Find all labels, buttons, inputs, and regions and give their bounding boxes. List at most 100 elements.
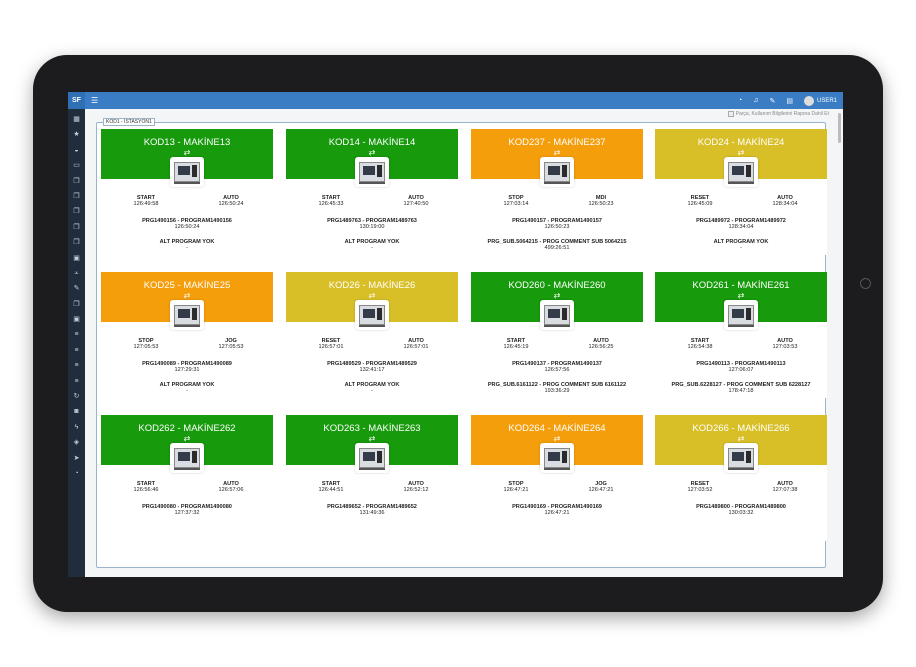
include-parts-label: Parça, Kullanım Bilgilerini Rapora Dahil… (735, 111, 829, 117)
exchange-icon: ⇄ (553, 291, 561, 300)
list-icon[interactable]: ≡ (68, 358, 85, 373)
star-icon[interactable]: ★ (68, 127, 85, 142)
brand-logo[interactable]: SF (68, 92, 85, 109)
mode-block: AUTO 126:57:01 (391, 338, 441, 350)
cube-icon[interactable]: ◈ (68, 435, 85, 450)
bolt-icon[interactable]: ϟ (68, 420, 85, 435)
mode-time: 127:03:53 (772, 344, 798, 350)
machine-card[interactable]: KOD262 - MAKİNE262 ⇄ START 126:56:46 AUTO 126… (101, 415, 273, 541)
machine-title: KOD266 - MAKİNE266 (692, 423, 790, 434)
machine-card[interactable]: KOD266 - MAKİNE266 ⇄ RESET 127:03:52 AUTO 127… (655, 415, 827, 541)
program-time: 126:50:23 (544, 224, 570, 230)
hamburger-icon[interactable]: ☰ (91, 96, 98, 105)
bell-icon[interactable]: ♫ (753, 97, 758, 104)
list-icon[interactable]: ≡ (68, 327, 85, 342)
avatar (803, 95, 814, 106)
user-menu[interactable]: USER1 (803, 95, 837, 106)
file-icon[interactable]: ▤ (786, 97, 793, 105)
program-block: PRG1489529 - PROGRAM1489529 132:41:17 (286, 361, 458, 373)
home-button[interactable] (860, 278, 871, 289)
status-time: 127:03:52 (687, 487, 713, 493)
machine-card[interactable]: KOD24 - MAKİNE24 ⇄ RESET 126:45:09 AUTO 128:3… (655, 129, 827, 255)
program-time: 126:57:56 (544, 367, 570, 373)
sidebar: ▦ ★ ◒ ▭ ❐ ❐ ❐ ❐ ❐ ▣ ⩡ ✎ ❐ ▣ ≡ ≡ ≡ ≡ ↻ ◙ … (68, 109, 85, 577)
sub-program-time: - (740, 245, 742, 251)
program-block: PRG1490137 - PROGRAM1490137 126:57:56 (471, 361, 643, 373)
machine-card[interactable]: KOD26 - MAKİNE26 ⇄ RESET 126:57:01 AUTO 126:5… (286, 272, 458, 398)
status-time: 127:05:53 (133, 344, 159, 350)
machine-card[interactable]: KOD237 - MAKİNE237 ⇄ STOP 127:03:14 MDI 126:5… (471, 129, 643, 255)
copy-icon[interactable]: ❐ (68, 204, 85, 219)
machine-card[interactable]: KOD13 - MAKİNE13 ⇄ START 126:49:58 AUTO 126:5… (101, 129, 273, 255)
exchange-icon: ⇄ (368, 291, 376, 300)
exchange-icon: ⇄ (737, 148, 745, 157)
exchange-icon: ⇄ (183, 291, 191, 300)
program-block: PRG1489800 - PROGRAM1489800 130:03:32 (655, 504, 827, 516)
calendar-icon[interactable]: ▣ (68, 312, 85, 327)
copy-icon[interactable]: ❐ (68, 220, 85, 235)
main-content: Parça, Kullanım Bilgilerini Rapora Dahil… (85, 109, 843, 577)
mode-time: 126:50:24 (218, 201, 244, 207)
top-bar: SF ☰ ◔ ♫ ✎ ▤ USER1 (68, 92, 843, 109)
machine-title: KOD264 - MAKİNE264 (508, 423, 606, 434)
include-parts-checkbox[interactable] (727, 111, 734, 117)
status-block: START 126:49:58 (121, 195, 171, 207)
status-time: 127:03:14 (503, 201, 529, 207)
machine-image (540, 300, 574, 330)
chat-icon[interactable]: ◔ (738, 97, 742, 104)
filter-icon[interactable]: ⩡ (68, 266, 85, 281)
mode-block: AUTO 128:34:04 (760, 195, 810, 207)
sub-program-block: ALT PROGRAM YOK - (286, 239, 458, 251)
dashboard-gauge-icon[interactable]: ◒ (68, 143, 85, 158)
program-time: 126:47:21 (544, 510, 570, 516)
wrench-icon[interactable]: ✎ (769, 97, 775, 105)
sub-program-time: 193:36:29 (544, 388, 570, 394)
copy-icon[interactable]: ❐ (68, 174, 85, 189)
copy-icon[interactable]: ❐ (68, 297, 85, 312)
machine-card[interactable]: KOD264 - MAKİNE264 ⇄ STOP 126:47:21 JOG 126:4… (471, 415, 643, 541)
sub-program-block: ALT PROGRAM YOK - (101, 239, 273, 251)
program-block: PRG1490080 - PROGRAM1490080 127:37:32 (101, 504, 273, 516)
mode-time: 126:52:12 (403, 487, 429, 493)
refresh-icon[interactable]: ↻ (68, 389, 85, 404)
monitor-icon[interactable]: ▭ (68, 158, 85, 173)
calendar-icon[interactable]: ▣ (68, 251, 85, 266)
machine-card[interactable]: KOD260 - MAKİNE260 ⇄ START 126:45:19 AUTO 126… (471, 272, 643, 398)
include-parts-option[interactable]: Parça, Kullanım Bilgilerini Rapora Dahil… (727, 111, 829, 117)
status-block: RESET 126:45:09 (675, 195, 725, 207)
sub-program-block: PRG_SUB.5064215 - PROG COMMENT SUB 50642… (471, 239, 643, 251)
mode-block: AUTO 126:57:06 (206, 481, 256, 493)
user-name: USER1 (816, 97, 837, 104)
database-icon[interactable]: ◙ (68, 404, 85, 419)
machine-card[interactable]: KOD263 - MAKİNE263 ⇄ START 126:44:51 AUTO 126… (286, 415, 458, 541)
machine-image (540, 157, 574, 187)
program-block: PRG1489652 - PROGRAM1489652 131:49:36 (286, 504, 458, 516)
program-time: 126:50:24 (174, 224, 200, 230)
status-block: RESET 127:03:52 (675, 481, 725, 493)
machine-card[interactable]: KOD14 - MAKİNE14 ⇄ START 126:45:33 AUTO 127:4… (286, 129, 458, 255)
chat-icon[interactable]: ◔ (68, 466, 85, 481)
machine-card[interactable]: KOD261 - MAKİNE261 ⇄ START 126:54:38 AUTO 127… (655, 272, 827, 398)
send-icon[interactable]: ➤ (68, 451, 85, 466)
machine-image (170, 300, 204, 330)
machine-title: KOD260 - MAKİNE260 (508, 280, 606, 291)
exchange-icon: ⇄ (183, 434, 191, 443)
status-block: START 126:56:46 (121, 481, 171, 493)
machine-card[interactable]: KOD25 - MAKİNE25 ⇄ STOP 127:05:53 JOG 127:05:… (101, 272, 273, 398)
copy-icon[interactable]: ❐ (68, 189, 85, 204)
sub-program-block: PRG_SUB.6228127 - PROG COMMENT SUB 62281… (655, 382, 827, 394)
status-block: START 126:54:38 (675, 338, 725, 350)
exchange-icon: ⇄ (368, 434, 376, 443)
copy-icon[interactable]: ❐ (68, 235, 85, 250)
list-icon[interactable]: ≡ (68, 343, 85, 358)
status-block: START 126:45:19 (491, 338, 541, 350)
exchange-icon: ⇄ (553, 434, 561, 443)
machine-title: KOD24 - MAKİNE24 (697, 137, 785, 148)
scrollbar[interactable] (838, 113, 841, 143)
status-time: 126:47:21 (503, 487, 529, 493)
dashboard-icon[interactable]: ▦ (68, 112, 85, 127)
list-icon[interactable]: ≡ (68, 374, 85, 389)
machine-title: KOD263 - MAKİNE263 (323, 423, 421, 434)
mode-block: AUTO 126:50:24 (206, 195, 256, 207)
wrench-icon[interactable]: ✎ (68, 281, 85, 296)
